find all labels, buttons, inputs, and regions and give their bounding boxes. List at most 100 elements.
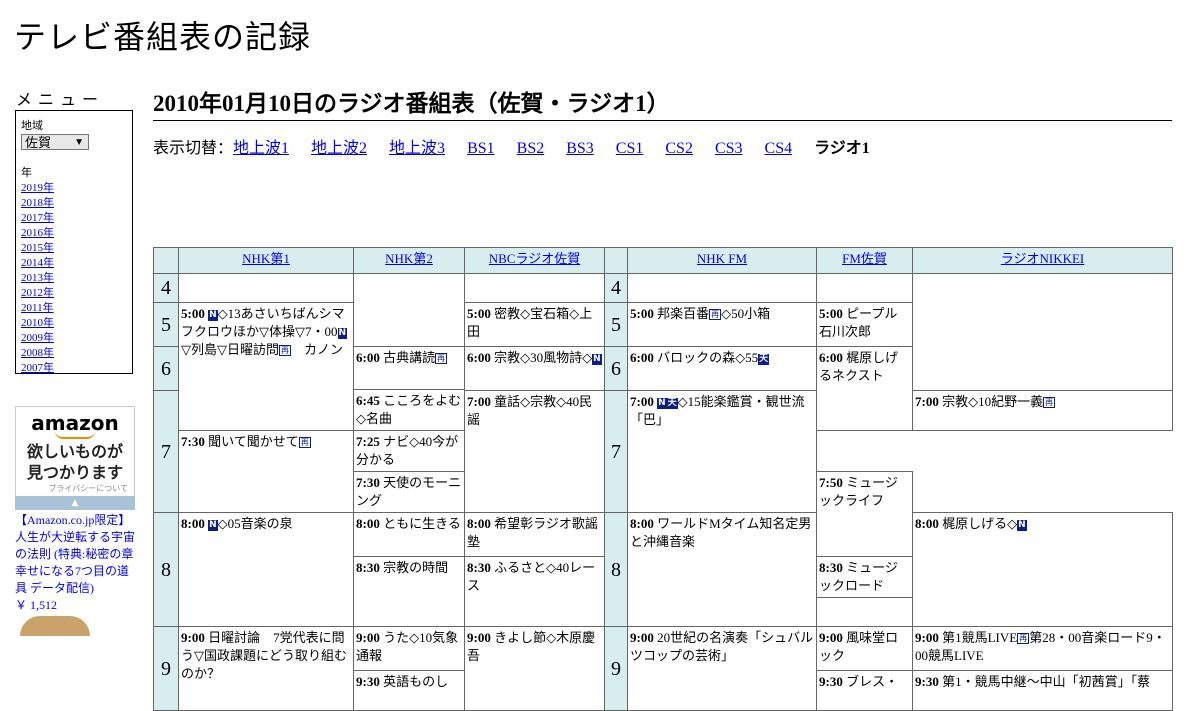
rerun-badge-icon: 再 (1017, 633, 1030, 644)
book-ad[interactable]: 【Amazon.co.jp限定】人生が大逆転する宇宙の法則 (特典:秘密の章 幸… (15, 512, 140, 614)
switch-current-radio1: ラジオ1 (814, 140, 870, 157)
program-cell[interactable]: 7:30 天使のモーニング (353, 471, 465, 513)
program-cell[interactable]: 9:30 ブレス・ (816, 670, 913, 711)
hour-label: 7 (604, 390, 628, 513)
channel-link-nhk2[interactable]: NHK第2 (385, 251, 433, 266)
news-badge-icon: N (1017, 520, 1027, 531)
program-cell[interactable]: 7:00 童話◇宗教◇40民謡 (464, 390, 605, 513)
menu-panel: 地域 佐賀 ▼ 年 2019年 2018年 2017年 2016年 2015年 … (15, 110, 133, 374)
program-cell[interactable]: 6:45 こころをよむ◇名曲 (353, 389, 465, 431)
switch-link-terrestrial1[interactable]: 地上波1 (233, 140, 289, 157)
program-cell[interactable]: 8:30 宗教の時間 (353, 556, 465, 627)
book-cover-image[interactable] (20, 616, 90, 636)
ad-privacy-link[interactable]: プライバシーについて (16, 483, 134, 494)
program-cell[interactable]: 8:30 ミュージックロード (816, 556, 913, 598)
program-title: ◇13あさいちばんシマフクロウほか▽体操▽7・00 (181, 306, 345, 339)
program-time: 5:00 (467, 306, 491, 321)
book-title-link[interactable]: 【Amazon.co.jp限定】人生が大逆転する宇宙の法則 (特典:秘密の章 幸… (15, 513, 135, 595)
program-cell-empty (464, 273, 605, 303)
program-cell[interactable]: 9:00 日曜討論 7党代表に問う▽国政課題にどう取り組むのか？ (178, 626, 354, 711)
program-cell[interactable]: 9:30 第1・競馬中継～中山「初茜賞」「蔡 (912, 670, 1173, 711)
year-link[interactable]: 2013年 (21, 272, 54, 284)
program-cell[interactable]: 6:00 宗教◇30風物詩◇N (464, 346, 605, 391)
program-title: ◇50小箱 (721, 306, 771, 321)
hour-label: 8 (604, 512, 628, 627)
switch-link-cs4[interactable]: CS4 (765, 140, 793, 157)
hour-row: 9 9:00 日曜討論 7党代表に問う▽国政課題にどう取り組むのか？ 9:00 … (153, 626, 1173, 711)
switch-link-terrestrial2[interactable]: 地上波2 (311, 140, 367, 157)
chevron-up-icon[interactable]: ▲ (15, 496, 135, 510)
year-link[interactable]: 2016年 (21, 227, 54, 239)
program-cell[interactable]: 9:00 第1競馬LIVE 再第28・00音楽ロード9・00競馬LIVE (912, 626, 1173, 671)
hour-label: 9 (604, 626, 628, 711)
hour-header (604, 247, 628, 274)
switch-link-cs1[interactable]: CS1 (616, 140, 644, 157)
channel-link-nbc[interactable]: NBCラジオ佐賀 (489, 251, 580, 266)
program-cell[interactable]: 6:00 バロックの森◇55天 (627, 346, 817, 391)
program-title: 宗教の時間 (383, 560, 449, 575)
program-cell[interactable]: 8:00 N◇05音楽の泉 (178, 512, 354, 627)
amazon-ad-banner[interactable]: amazon 欲しいものが 見つかります プライバシーについて ▲ (15, 406, 135, 510)
program-cell[interactable]: 9:00 20世紀の名演奏「シュバルツコップの芸術」 (627, 626, 817, 711)
program-cell[interactable]: 5:00 密教◇宝石箱◇上田 (464, 302, 605, 347)
program-time: 6:00 (467, 350, 491, 365)
program-cell[interactable]: 8:00 ワールドMタイム知名定男と沖縄音楽 (627, 512, 817, 627)
program-title: ブレス・ (846, 674, 899, 689)
region-select[interactable]: 佐賀 ▼ (21, 134, 89, 150)
weather-badge-icon: 天 (758, 354, 770, 365)
switch-link-bs3[interactable]: BS3 (566, 140, 594, 157)
hour-label: 9 (153, 626, 179, 711)
channel-link-nhk1[interactable]: NHK第1 (242, 251, 290, 266)
program-cell[interactable]: 9:00 うた◇10気象通報 (353, 626, 465, 671)
channel-link-nhkfm[interactable]: NHK FM (697, 251, 747, 266)
year-link[interactable]: 2014年 (21, 257, 54, 269)
program-cell[interactable]: 8:00 梶原しげる◇N (912, 512, 1173, 627)
program-cell[interactable]: 9:00 風味堂ロック (816, 626, 913, 671)
year-link[interactable]: 2007年 (21, 362, 54, 374)
year-link[interactable]: 2011年 (21, 302, 54, 314)
year-link[interactable]: 2009年 (21, 332, 54, 344)
switch-link-terrestrial3[interactable]: 地上波3 (389, 140, 445, 157)
program-cell[interactable]: 8:00 ともに生きる (353, 512, 465, 557)
switch-link-cs3[interactable]: CS3 (715, 140, 743, 157)
program-cell[interactable]: 6:00 古典講読再 (353, 346, 465, 390)
channel-link-nikkei[interactable]: ラジオNIKKEI (1001, 251, 1085, 266)
program-cell[interactable]: 7:50 ミュージックライフ (816, 471, 913, 557)
program-time: 8:00 (181, 516, 205, 531)
hour-label: 5 (153, 302, 179, 347)
program-cell[interactable]: 7:25 ナビ◇40今が分かる (353, 430, 465, 472)
program-cell[interactable]: 8:30 ふるさと◇40レース (464, 556, 605, 627)
program-cell[interactable]: 9:30 英語ものし (353, 670, 465, 711)
channel-link-fmsaga[interactable]: FM佐賀 (842, 251, 887, 266)
switch-link-cs2[interactable]: CS2 (665, 140, 693, 157)
program-cell[interactable]: 9:00 きよし節◇木原慶吾 (464, 626, 605, 711)
program-grid: NHK第1 NHK第2 NBCラジオ佐賀 NHK FM FM佐賀 ラジオNIKK… (153, 247, 1173, 711)
year-link[interactable]: 2008年 (21, 347, 54, 359)
year-link[interactable]: 2015年 (21, 242, 54, 254)
program-cell[interactable]: 5:00 邦楽百番再 ◇50小箱 (627, 302, 817, 347)
channel-header: FM佐賀 (816, 247, 913, 274)
program-cell[interactable]: 8:00 希望彰ラジオ歌謡塾 (464, 512, 605, 557)
year-link[interactable]: 2018年 (21, 197, 54, 209)
program-cell[interactable]: 7:00 宗教◇10紀野一義再 (912, 390, 1173, 431)
year-list: 2019年 2018年 2017年 2016年 2015年 2014年 2013… (21, 181, 127, 376)
hour-row: 8 8:00 N◇05音楽の泉 8:00 ともに生きる 8:00 希望彰ラジオ歌… (153, 512, 1173, 627)
news-badge-icon: N (592, 354, 602, 365)
program-cell[interactable]: 7:30 聞いて聞かせて再 (178, 430, 354, 513)
news-badge-icon: N (208, 520, 218, 531)
year-link[interactable]: 2012年 (21, 287, 54, 299)
switch-link-bs2[interactable]: BS2 (517, 140, 545, 157)
program-time: 9:00 (181, 630, 205, 645)
program-cell[interactable]: 7:00 N 天◇15能楽鑑賞・観世流「巴」 (627, 390, 817, 513)
program-time: 7:00 (467, 394, 491, 409)
year-link[interactable]: 2019年 (21, 182, 54, 194)
rerun-badge-icon: 再 (435, 353, 448, 364)
program-title: 古典講読 (383, 350, 436, 365)
program-cell[interactable]: 5:00 N◇13あさいちばんシマフクロウほか▽体操▽7・00N ▽列島▽日曜訪問… (178, 302, 354, 431)
year-link[interactable]: 2010年 (21, 317, 54, 329)
program-cell[interactable]: 6:00 梶原しげるネクスト (816, 346, 913, 431)
program-cell[interactable]: 5:00 ピープル石川次郎 (816, 302, 913, 347)
year-link[interactable]: 2017年 (21, 212, 54, 224)
switch-link-bs1[interactable]: BS1 (467, 140, 495, 157)
program-time: 7:00 (630, 394, 654, 409)
